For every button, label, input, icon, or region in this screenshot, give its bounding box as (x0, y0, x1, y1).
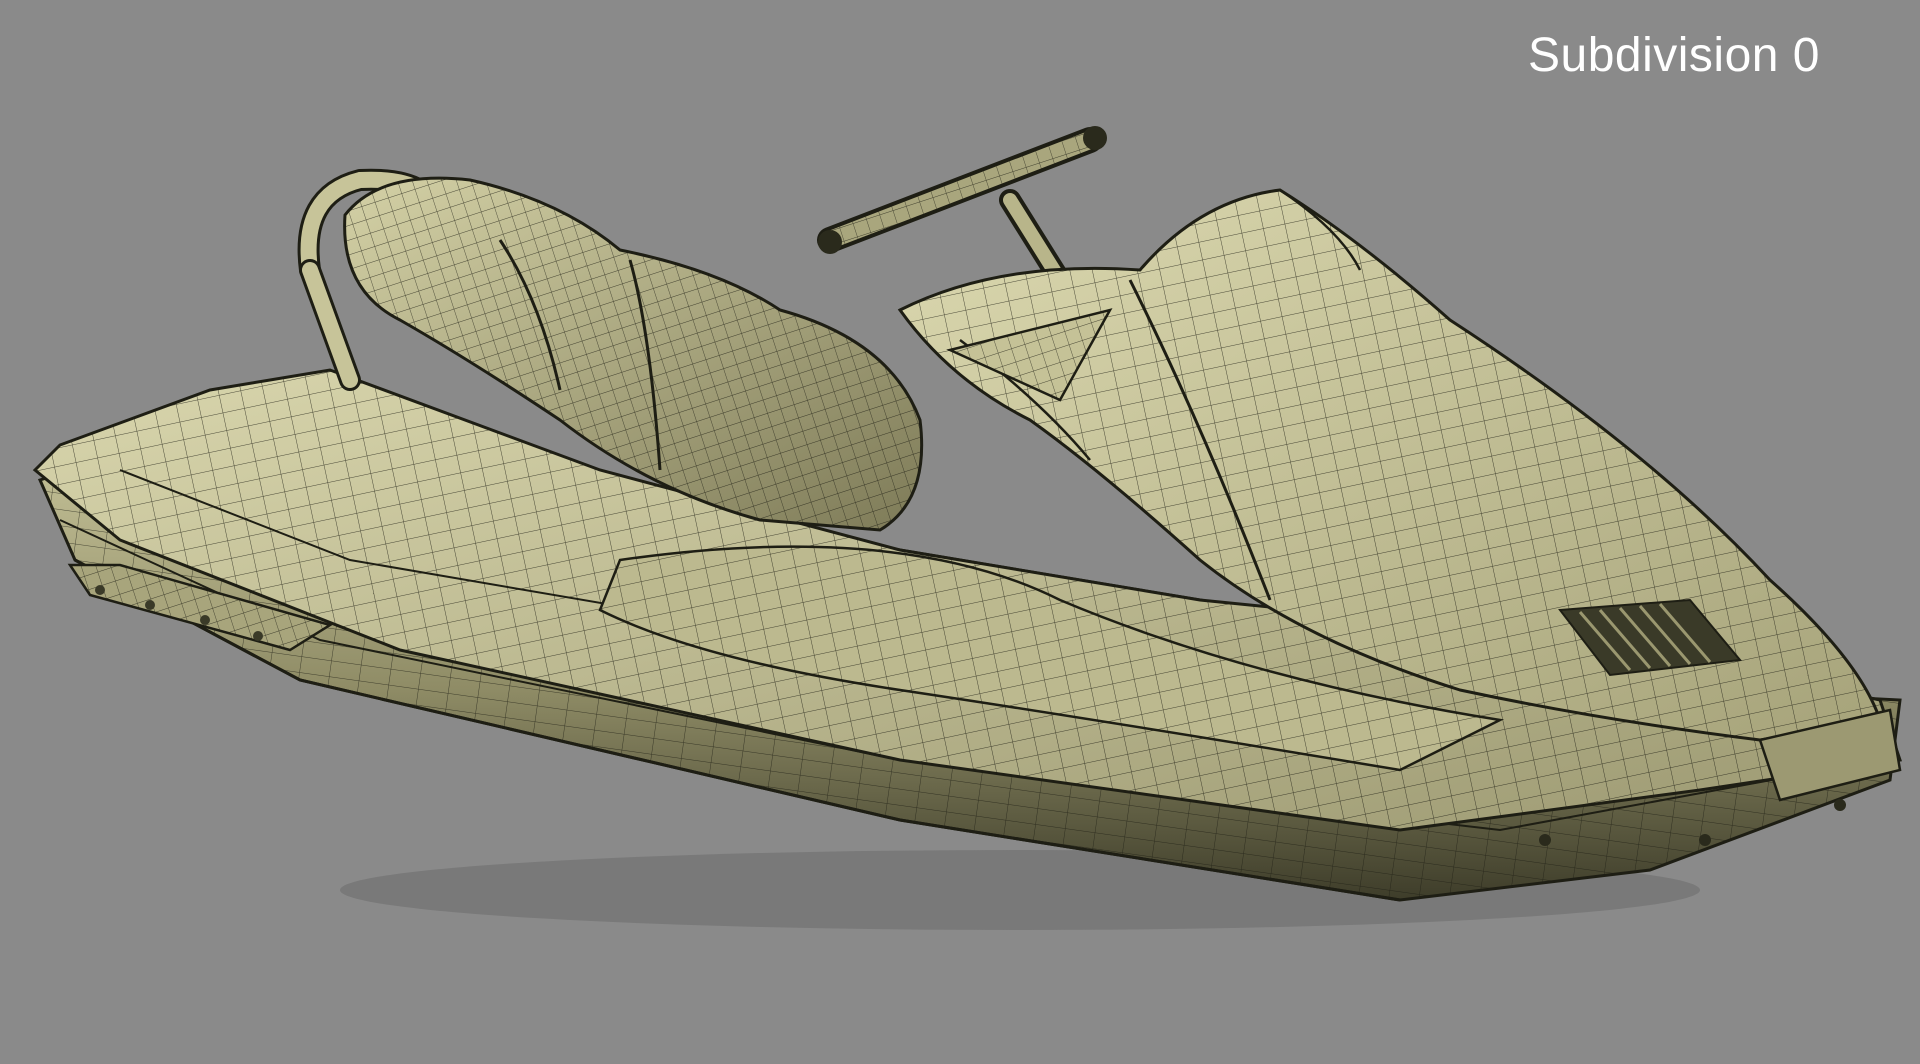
handlebars (817, 126, 1107, 254)
subdivision-level-label: Subdivision 0 (1527, 29, 1820, 82)
3d-viewport[interactable]: Subdivision 0 (0, 0, 1920, 1064)
jet-ski-wireframe-model[interactable] (0, 0, 1920, 1064)
steering-column (999, 189, 1071, 291)
